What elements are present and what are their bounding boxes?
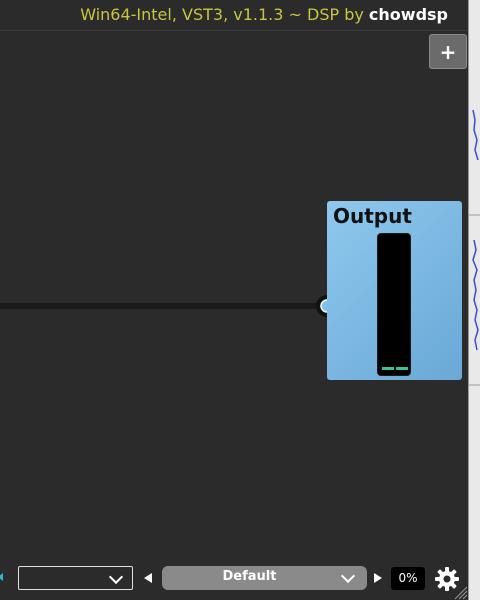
chevron-down-icon bbox=[108, 569, 124, 585]
plus-icon: + bbox=[439, 40, 457, 64]
plugin-info: Win64-Intel, VST3, v1.1.3 ~ DSP by bbox=[80, 5, 369, 24]
preset-selector[interactable]: Default bbox=[162, 566, 367, 590]
brand-name: chowdsp bbox=[368, 5, 448, 24]
preset-previous-button[interactable] bbox=[144, 573, 152, 583]
module-selector-dropdown[interactable] bbox=[18, 566, 133, 590]
cable-end-indicator bbox=[0, 573, 3, 581]
plugin-window: Win64-Intel, VST3, v1.1.3 ~ DSP by chowd… bbox=[0, 0, 480, 600]
chevron-down-icon bbox=[340, 568, 356, 584]
output-node[interactable]: Output bbox=[327, 201, 462, 380]
preset-next-button[interactable] bbox=[374, 573, 382, 583]
plugin-info-text: Win64-Intel, VST3, v1.1.3 ~ DSP by chowd… bbox=[80, 5, 448, 24]
audio-cable[interactable] bbox=[0, 290, 345, 322]
waveform-fragment bbox=[469, 109, 480, 386]
resize-grip-icon[interactable] bbox=[452, 584, 468, 600]
cpu-usage-meter: 0% bbox=[391, 567, 425, 590]
add-module-button[interactable]: + bbox=[429, 34, 467, 69]
output-level-meter bbox=[377, 233, 411, 376]
meter-bar-right bbox=[396, 367, 408, 370]
meter-bar-left bbox=[382, 367, 394, 370]
header-banner: Win64-Intel, VST3, v1.1.3 ~ DSP by chowd… bbox=[0, 0, 468, 31]
background-window-edge bbox=[468, 0, 480, 600]
output-node-title: Output bbox=[333, 204, 412, 228]
preset-name: Default bbox=[222, 569, 277, 584]
